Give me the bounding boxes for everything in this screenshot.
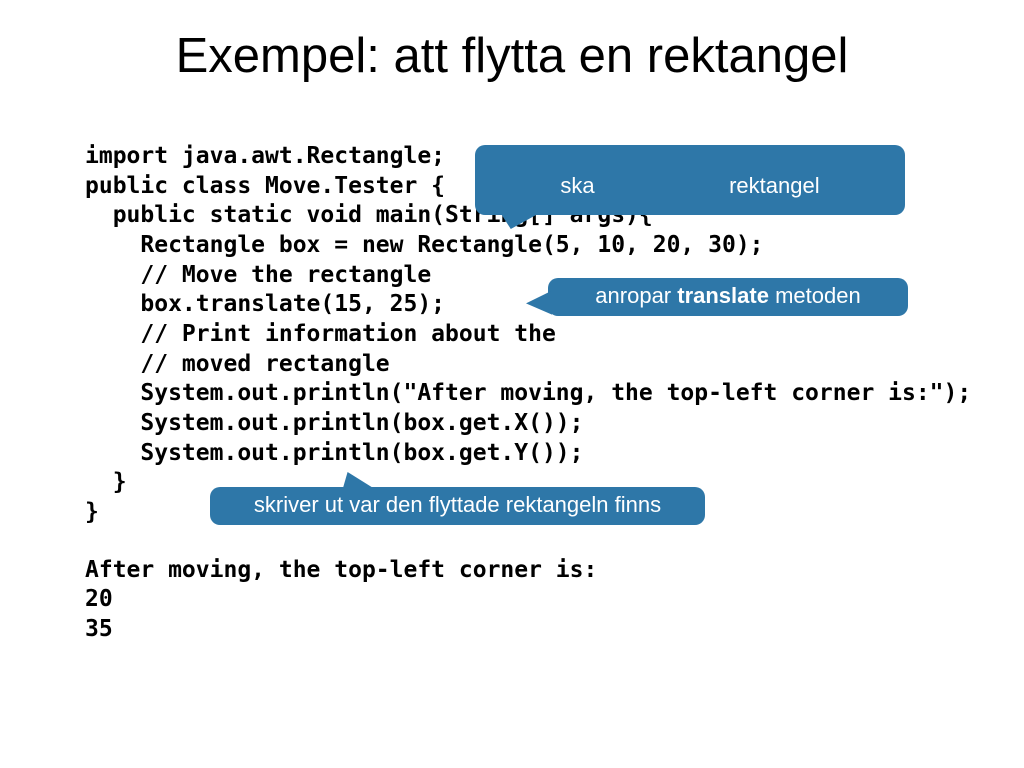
callout-text: ska	[560, 173, 594, 198]
code-line: public class Move.Tester {	[85, 173, 445, 199]
output-line: After moving, the top-left corner is:	[85, 557, 597, 583]
output-block: After moving, the top-left corner is: 20…	[85, 556, 964, 645]
code-line: System.out.println(box.get.X());	[85, 410, 584, 436]
output-line: 35	[85, 616, 113, 642]
callout-text: skriver ut var den flyttade rektangeln f…	[254, 492, 661, 517]
code-line: // Print information about the	[85, 321, 556, 347]
code-line: // Move the rectangle	[85, 262, 431, 288]
slide-title: Exempel: att flytta en rektangel	[60, 28, 964, 84]
output-line: 20	[85, 586, 113, 612]
callout-translate: anropar translate metoden	[548, 278, 908, 316]
code-line: }	[85, 499, 99, 525]
callout-print: skriver ut var den flyttade rektangeln f…	[210, 487, 705, 525]
code-line: Rectangle box = new Rectangle(5, 10, 20,…	[85, 232, 764, 258]
code-line: System.out.println("After moving, the to…	[85, 380, 971, 406]
code-line: System.out.println(box.get.Y());	[85, 440, 584, 466]
code-line: // moved rectangle	[85, 351, 390, 377]
code-line: box.translate(15, 25);	[85, 291, 445, 317]
callout-text: anropar	[595, 283, 677, 308]
code-line: import java.awt.Rectangle;	[85, 143, 445, 169]
callout-text: metoden	[769, 283, 861, 308]
callout-create-rectangle: ska rektangel	[475, 145, 905, 215]
callout-text-bold: translate	[677, 283, 769, 308]
callout-text: rektangel	[729, 173, 820, 198]
code-line: }	[85, 469, 127, 495]
